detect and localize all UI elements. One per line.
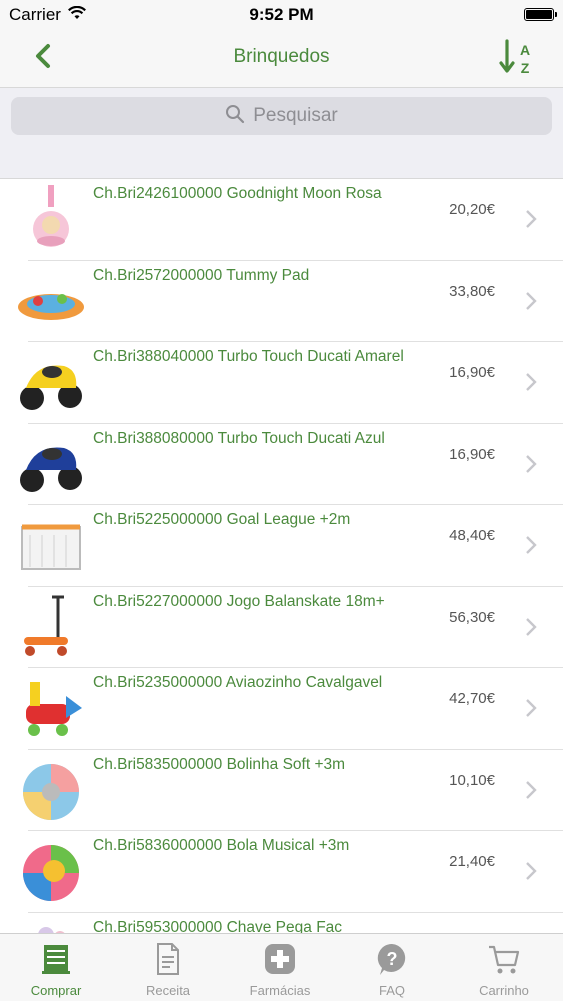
list-item[interactable]: Ch.Bri2572000000 Tummy Pad 33,80€ xyxy=(0,260,563,342)
chevron-right-icon xyxy=(526,373,537,391)
page-title: Brinquedos xyxy=(233,46,330,67)
tab-label: Farmácias xyxy=(249,983,311,998)
musical-ball-toy-icon xyxy=(23,845,79,901)
chevron-right-icon xyxy=(526,617,537,636)
search-icon xyxy=(226,105,245,124)
tab-receita[interactable]: Receita xyxy=(112,934,224,1001)
goal-toy-icon xyxy=(21,524,81,570)
product-name: Ch.Bri5225000000 Goal League +2m xyxy=(93,511,351,528)
sort-az-button[interactable]: A Z xyxy=(497,36,541,80)
product-price: 48,40€ xyxy=(449,527,495,544)
product-name: Ch.Bri2426100000 Goodnight Moon Rosa xyxy=(93,185,382,202)
product-name: Ch.Bri5227000000 Jogo Balanskate 18m+ xyxy=(93,592,385,610)
list-item[interactable]: Ch.Bri5836000000 Bola Musical +3m 21,40€ xyxy=(0,831,563,913)
shop-icon xyxy=(42,945,70,974)
list-item[interactable]: Ch.Bri2426100000 Goodnight Moon Rosa 20,… xyxy=(0,179,563,261)
tab-label: FAQ xyxy=(378,983,405,998)
sort-top-letter: A xyxy=(520,42,530,58)
question-icon: ? xyxy=(377,943,406,975)
sort-bottom-letter: Z xyxy=(521,60,530,76)
product-price: 33,80€ xyxy=(449,282,495,300)
chevron-right-icon xyxy=(526,454,537,473)
product-price: 56,30€ xyxy=(449,608,495,626)
ride-on-plane-toy-icon xyxy=(26,682,82,736)
tab-carrinho[interactable]: Carrinho xyxy=(448,934,560,1001)
list-item[interactable]: Ch.Bri5227000000 Jogo Balanskate 18m+ 56… xyxy=(0,586,563,668)
product-price: 16,90€ xyxy=(449,364,495,381)
soft-ball-toy-icon xyxy=(23,763,79,820)
chevron-right-icon xyxy=(526,291,537,310)
clock: 9:52 PM xyxy=(249,5,314,24)
product-price: 21,40€ xyxy=(449,853,495,870)
svg-text:?: ? xyxy=(387,949,398,969)
tab-farmacias[interactable]: Farmácias xyxy=(224,934,336,1001)
yellow-motorbike-toy-icon xyxy=(20,365,82,410)
status-bar: Carrier 9:52 PM xyxy=(0,0,563,30)
list-item[interactable]: Ch.Bri5835000000 Bolinha Soft +3m 10,10€ xyxy=(0,749,563,831)
product-name: Ch.Bri5235000000 Aviaozinho Cavalgavel xyxy=(93,674,383,691)
list-item[interactable]: Ch.Bri5953000000 Chave Pega Fac xyxy=(0,912,563,934)
tab-faq[interactable]: ? FAQ xyxy=(336,934,448,1001)
chevron-right-icon xyxy=(526,699,537,717)
product-name: Ch.Bri5835000000 Bolinha Soft +3m xyxy=(93,755,346,773)
tab-bar: Comprar Receita Farmácias ? FAQ Carrinho xyxy=(0,933,563,1001)
search-section: Pesquisar xyxy=(0,88,563,179)
chevron-right-icon xyxy=(526,862,537,880)
product-name: Ch.Bri5953000000 Chave Pega Fac xyxy=(93,918,343,934)
cart-icon xyxy=(489,945,520,974)
play-mat-toy-icon xyxy=(18,293,84,320)
navigation-bar: Brinquedos A Z xyxy=(0,30,563,88)
list-item[interactable]: Ch.Bri5225000000 Goal League +2m 48,40€ xyxy=(0,505,563,587)
list-item[interactable]: Ch.Bri5235000000 Aviaozinho Cavalgavel 4… xyxy=(0,668,563,750)
sort-az-icon: A Z xyxy=(499,39,530,76)
battery-icon xyxy=(524,8,557,21)
product-price: 16,90€ xyxy=(449,445,495,463)
prescription-icon xyxy=(157,943,179,975)
chevron-right-icon xyxy=(526,536,537,554)
product-price: 42,70€ xyxy=(449,690,495,707)
tab-label: Carrinho xyxy=(479,983,529,998)
chevron-right-icon xyxy=(526,780,537,799)
pharmacy-cross-icon xyxy=(265,944,295,974)
tab-comprar[interactable]: Comprar xyxy=(0,934,112,1001)
product-price: 10,10€ xyxy=(449,771,495,789)
product-name: Ch.Bri388040000 Turbo Touch Ducati Amare… xyxy=(93,348,404,365)
search-input[interactable]: Pesquisar xyxy=(11,97,552,135)
product-name: Ch.Bri388080000 Turbo Touch Ducati Azul xyxy=(93,429,385,447)
chevron-right-icon xyxy=(526,210,537,228)
pink-night-light-toy-icon xyxy=(33,185,69,247)
tab-label: Receita xyxy=(145,983,191,998)
blue-motorbike-toy-icon xyxy=(20,446,82,492)
list-item[interactable]: Ch.Bri388040000 Turbo Touch Ducati Amare… xyxy=(0,342,563,424)
product-name: Ch.Bri2572000000 Tummy Pad xyxy=(93,266,310,284)
product-name: Ch.Bri5836000000 Bola Musical +3m xyxy=(93,837,350,854)
product-list: Ch.Bri2426100000 Goodnight Moon Rosa 20,… xyxy=(0,179,563,933)
scooter-toy-icon xyxy=(24,595,68,656)
keys-toy-icon xyxy=(38,926,65,933)
list-item[interactable]: Ch.Bri388080000 Turbo Touch Ducati Azul … xyxy=(0,423,563,505)
tab-label: Comprar xyxy=(30,983,82,998)
search-placeholder: Pesquisar xyxy=(253,105,338,126)
product-price: 20,20€ xyxy=(449,201,495,218)
